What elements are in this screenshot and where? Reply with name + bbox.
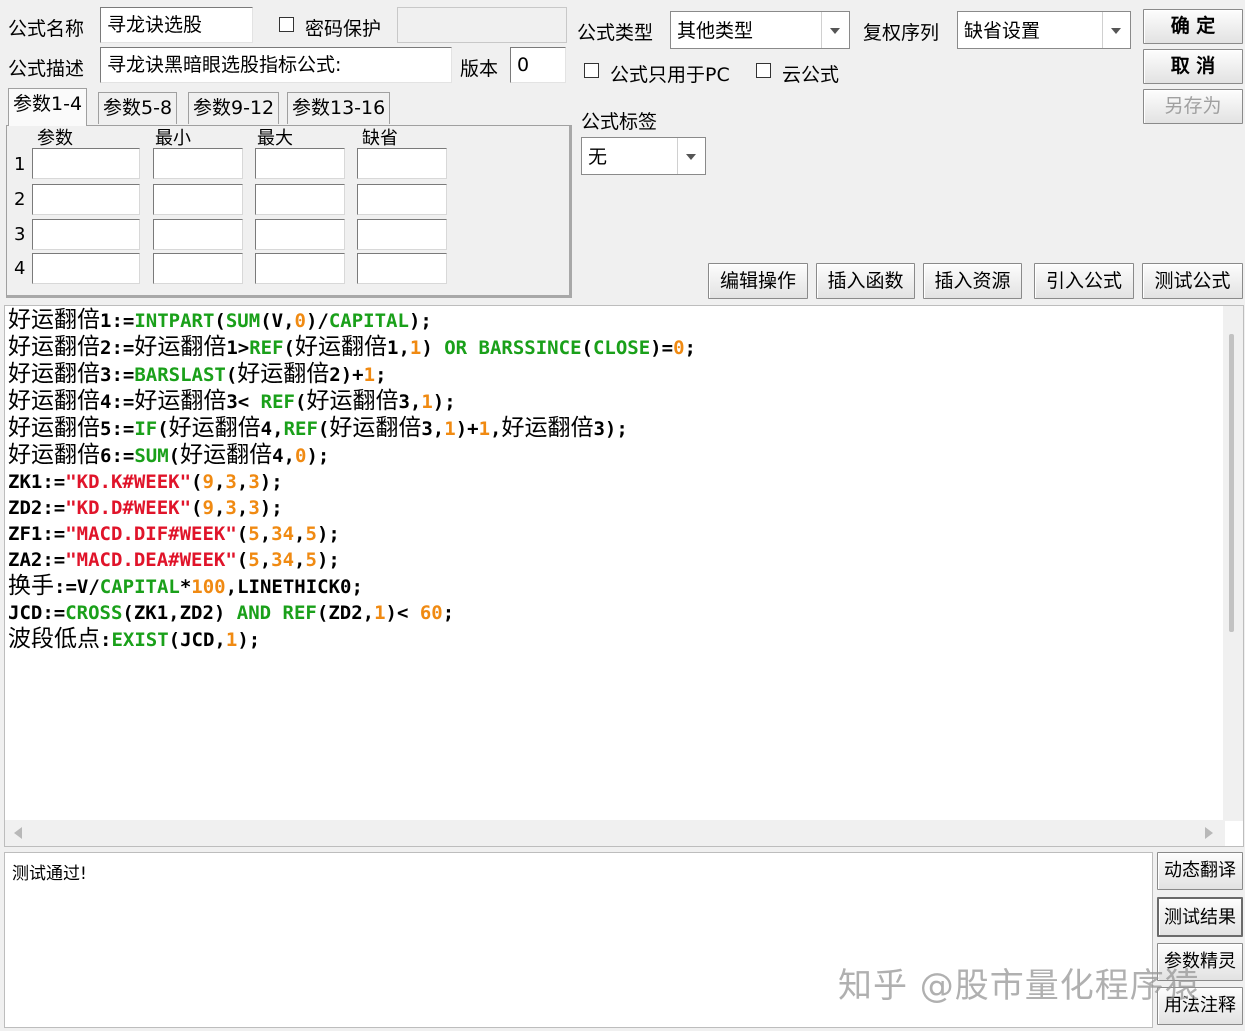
formula-name-label: 公式名称 xyxy=(8,18,85,40)
code-line[interactable]: ZK1:="KD.K#WEEK"(9,3,3); xyxy=(8,469,696,495)
test-output-text: 测试通过! xyxy=(12,864,87,884)
param-3-max-input[interactable] xyxy=(255,219,345,250)
code-line[interactable]: 换手:=V/CAPITAL*100,LINETHICK0; xyxy=(8,573,696,600)
code-line[interactable]: 好运翻倍2:=好运翻倍1>REF(好运翻倍1,1) OR BARSSINCE(C… xyxy=(8,334,696,361)
import-formula-button[interactable]: 引入公式 xyxy=(1034,263,1134,299)
formula-type-label: 公式类型 xyxy=(577,22,654,44)
version-label: 版本 xyxy=(460,58,499,80)
pc-only-checkbox[interactable] xyxy=(584,63,599,78)
cancel-button[interactable]: 取 消 xyxy=(1143,49,1243,84)
tab-params-9-12[interactable]: 参数9-12 xyxy=(188,92,280,124)
code-line[interactable]: 好运翻倍3:=BARSLAST(好运翻倍2)+1; xyxy=(8,361,696,388)
param-2-name-input[interactable] xyxy=(32,184,140,215)
chevron-down-icon xyxy=(821,12,849,48)
save-as-button[interactable]: 另存为 xyxy=(1143,89,1243,124)
formula-desc-label: 公式描述 xyxy=(8,58,85,80)
dynamic-translate-button[interactable]: 动态翻译 xyxy=(1157,852,1243,890)
code-line[interactable]: ZF1:="MACD.DIF#WEEK"(5,34,5); xyxy=(8,521,696,547)
password-input xyxy=(397,7,567,43)
param-2-default-input[interactable] xyxy=(357,184,447,215)
restore-seq-value: 缺省设置 xyxy=(964,20,1041,42)
param-4-max-input[interactable] xyxy=(255,253,345,284)
watermark: 知乎 @股市量化程序猿 xyxy=(838,966,1200,1006)
param-row-number: 3 xyxy=(14,224,26,245)
chevron-down-icon xyxy=(1102,12,1130,48)
scroll-right-icon[interactable] xyxy=(1205,827,1213,839)
version-input[interactable]: 0 xyxy=(510,47,566,83)
param-header-name: 参数 xyxy=(37,128,73,149)
code-line[interactable]: 好运翻倍4:=好运翻倍3< REF(好运翻倍3,1); xyxy=(8,388,696,415)
insert-resource-button[interactable]: 插入资源 xyxy=(923,263,1022,299)
password-label: 密码保护 xyxy=(305,18,382,40)
code-line[interactable]: 波段低点:EXIST(JCD,1); xyxy=(8,626,696,653)
tab-params-13-16[interactable]: 参数13-16 xyxy=(287,92,391,124)
code-line[interactable]: ZD2:="KD.D#WEEK"(9,3,3); xyxy=(8,495,696,521)
formula-name-input[interactable]: 寻龙诀选股 xyxy=(100,7,253,43)
code-line[interactable]: JCD:=CROSS(ZK1,ZD2) AND REF(ZD2,1)< 60; xyxy=(8,600,696,626)
param-4-min-input[interactable] xyxy=(153,253,243,284)
param-row-number: 2 xyxy=(14,189,26,210)
param-1-min-input[interactable] xyxy=(153,148,243,179)
param-1-default-input[interactable] xyxy=(357,148,447,179)
horizontal-scrollbar[interactable] xyxy=(5,820,1225,846)
test-result-button[interactable]: 测试结果 xyxy=(1157,897,1243,937)
chevron-down-icon xyxy=(677,138,705,174)
param-header-min: 最小 xyxy=(155,128,191,149)
code-line[interactable]: 好运翻倍1:=INTPART(SUM(V,0)/CAPITAL); xyxy=(8,307,696,334)
edit-operations-button[interactable]: 编辑操作 xyxy=(708,263,808,299)
param-row-number: 1 xyxy=(14,154,26,175)
pc-only-label: 公式只用于PC xyxy=(610,64,730,86)
password-checkbox[interactable] xyxy=(279,17,294,32)
param-3-min-input[interactable] xyxy=(153,219,243,250)
tab-params-1-4[interactable]: 参数1-4 xyxy=(8,88,88,126)
param-header-max: 最大 xyxy=(257,128,293,149)
cloud-label: 云公式 xyxy=(782,64,840,86)
param-1-name-input[interactable] xyxy=(32,148,140,179)
formula-type-value: 其他类型 xyxy=(677,20,754,42)
param-2-min-input[interactable] xyxy=(153,184,243,215)
tab-params-5-8[interactable]: 参数5-8 xyxy=(98,92,178,124)
formula-tag-value: 无 xyxy=(588,146,608,168)
restore-seq-select[interactable]: 缺省设置 xyxy=(957,11,1131,49)
formula-tag-label: 公式标签 xyxy=(581,111,658,133)
param-3-default-input[interactable] xyxy=(357,219,447,250)
scrollbar-thumb[interactable] xyxy=(1229,334,1234,632)
code-content[interactable]: 好运翻倍1:=INTPART(SUM(V,0)/CAPITAL); 好运翻倍2:=… xyxy=(8,307,696,653)
param-4-name-input[interactable] xyxy=(32,253,140,284)
param-row-number: 4 xyxy=(14,258,26,279)
test-formula-button[interactable]: 测试公式 xyxy=(1142,263,1243,299)
code-line[interactable]: 好运翻倍6:=SUM(好运翻倍4,0); xyxy=(8,442,696,469)
code-line[interactable]: ZA2:="MACD.DEA#WEEK"(5,34,5); xyxy=(8,547,696,573)
param-4-default-input[interactable] xyxy=(357,253,447,284)
insert-function-button[interactable]: 插入函数 xyxy=(816,263,915,299)
formula-type-select[interactable]: 其他类型 xyxy=(670,11,850,49)
ok-button[interactable]: 确 定 xyxy=(1143,9,1243,44)
param-1-max-input[interactable] xyxy=(255,148,345,179)
param-header-default: 缺省 xyxy=(362,128,398,149)
param-2-max-input[interactable] xyxy=(255,184,345,215)
restore-seq-label: 复权序列 xyxy=(863,22,940,44)
param-3-name-input[interactable] xyxy=(32,219,140,250)
code-line[interactable]: 好运翻倍5:=IF(好运翻倍4,REF(好运翻倍3,1)+1,好运翻倍3); xyxy=(8,415,696,442)
scroll-left-icon[interactable] xyxy=(14,827,22,839)
formula-tag-select[interactable]: 无 xyxy=(581,137,706,175)
formula-desc-input[interactable]: 寻龙诀黑暗眼选股指标公式: xyxy=(100,47,452,83)
vertical-scrollbar[interactable] xyxy=(1223,306,1243,821)
code-editor[interactable]: 好运翻倍1:=INTPART(SUM(V,0)/CAPITAL); 好运翻倍2:=… xyxy=(4,305,1244,847)
cloud-checkbox[interactable] xyxy=(756,63,771,78)
